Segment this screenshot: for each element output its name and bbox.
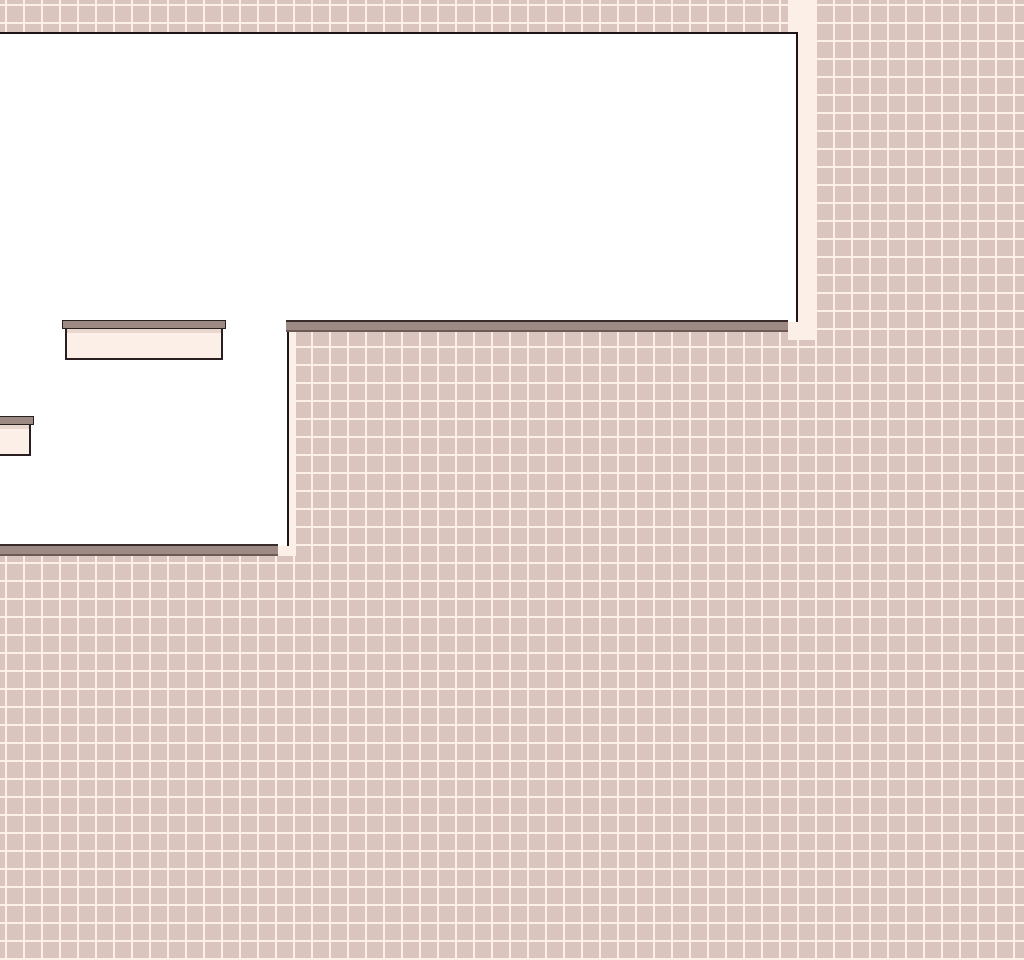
upper-floor-ledge [286,320,788,332]
platform-body [0,425,31,456]
room-step-wall-outline [287,322,289,546]
floating-platform-left-edge [0,416,34,456]
lower-floor-ledge [0,544,278,556]
platform-top [62,320,226,329]
room-ceiling-outline [0,32,798,34]
room-right-wall-outline [796,32,798,322]
game-scene [0,0,1024,960]
platform-body [65,329,223,360]
platform-top [0,416,34,425]
floating-platform [62,320,226,360]
room-upper-chamber [0,34,796,322]
